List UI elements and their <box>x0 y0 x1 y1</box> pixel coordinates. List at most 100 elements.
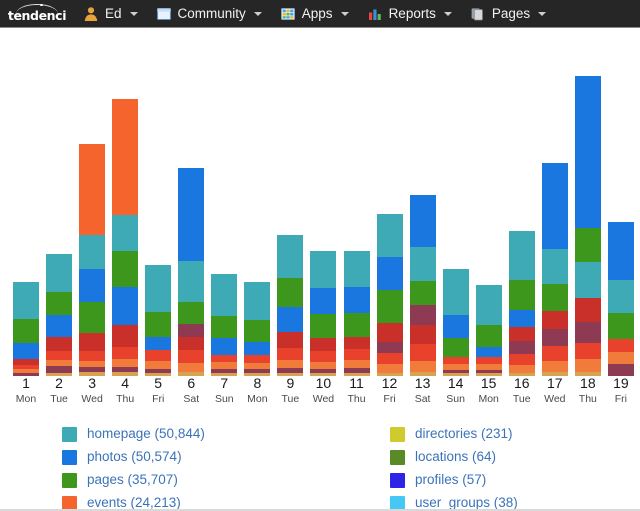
bar-segment-other_b[interactable] <box>178 337 205 351</box>
bar-segment-pages[interactable] <box>607 313 634 339</box>
bar-segment-pages[interactable] <box>277 278 304 308</box>
bar-segment-photos[interactable] <box>112 287 139 326</box>
bar-segment-pages[interactable] <box>541 284 568 311</box>
bar-segment-photos[interactable] <box>211 338 238 355</box>
bar-12[interactable] <box>376 214 403 376</box>
bar-segment-events[interactable] <box>79 144 106 235</box>
bar-segment-other_a[interactable] <box>244 355 271 363</box>
tendenci-logo[interactable]: tendenci <box>0 0 74 28</box>
bar-segment-other_a[interactable] <box>574 343 601 360</box>
bar-segment-other_c[interactable] <box>541 329 568 346</box>
bar-segment-other_e[interactable] <box>508 365 535 373</box>
bar-6[interactable] <box>178 168 205 376</box>
bar-segment-other_e[interactable] <box>343 360 370 368</box>
bar-segment-other_b[interactable] <box>46 337 73 351</box>
bar-segment-homepage[interactable] <box>13 282 39 319</box>
bar-segment-pages[interactable] <box>244 320 271 342</box>
bar-segment-other_a[interactable] <box>409 344 436 361</box>
bar-segment-other_e[interactable] <box>376 364 403 373</box>
bar-segment-photos[interactable] <box>376 257 403 291</box>
bar-segment-other_b[interactable] <box>541 311 568 329</box>
bar-segment-homepage[interactable] <box>409 247 436 282</box>
bar-segment-other_a[interactable] <box>211 355 238 362</box>
bar-segment-other_e[interactable] <box>409 361 436 372</box>
bar-segment-homepage[interactable] <box>112 215 139 252</box>
bar-segment-other_b[interactable] <box>277 332 304 348</box>
bar-segment-photos[interactable] <box>475 347 502 358</box>
bar-segment-photos[interactable] <box>46 315 73 337</box>
bar-segment-events[interactable] <box>112 99 139 216</box>
bar-segment-other_c[interactable] <box>574 322 601 344</box>
bar-segment-photos[interactable] <box>145 337 172 350</box>
bar-segment-other_c[interactable] <box>376 342 403 354</box>
legend-item-pages[interactable]: pages (35,707) <box>62 472 352 488</box>
bar-segment-homepage[interactable] <box>46 254 73 292</box>
bar-segment-other_a[interactable] <box>145 350 172 361</box>
bar-segment-photos[interactable] <box>277 307 304 332</box>
bar-segment-homepage[interactable] <box>178 261 205 303</box>
bar-segment-other_b[interactable] <box>376 323 403 343</box>
bar-segment-other_c[interactable] <box>46 366 73 373</box>
bar-segment-other_e[interactable] <box>607 352 634 364</box>
bar-segment-other_e[interactable] <box>112 359 139 368</box>
bar-segment-other_a[interactable] <box>376 353 403 365</box>
bar-segment-other_c[interactable] <box>409 305 436 326</box>
bar-segment-photos[interactable] <box>244 342 271 355</box>
bar-segment-photos[interactable] <box>409 195 436 248</box>
bar-segment-photos[interactable] <box>574 76 601 229</box>
bar-8[interactable] <box>244 282 271 376</box>
bar-segment-pages[interactable] <box>442 338 469 357</box>
bar-segment-pages[interactable] <box>574 228 601 263</box>
bar-segment-other_a[interactable] <box>178 350 205 364</box>
bar-segment-other_e[interactable] <box>145 361 172 369</box>
bar-segment-homepage[interactable] <box>376 214 403 258</box>
bar-3[interactable] <box>79 144 106 376</box>
legend-item-locations[interactable]: locations (64) <box>390 449 518 465</box>
bar-segment-other_e[interactable] <box>310 362 337 369</box>
bar-segment-other_a[interactable] <box>277 348 304 360</box>
bar-segment-photos[interactable] <box>508 310 535 327</box>
bar-segment-pages[interactable] <box>145 312 172 337</box>
bar-9[interactable] <box>277 235 304 376</box>
legend-item-photos[interactable]: photos (50,574) <box>62 449 352 465</box>
bar-16[interactable] <box>508 231 535 376</box>
bar-segment-pages[interactable] <box>112 251 139 288</box>
bar-segment-other_a[interactable] <box>442 357 469 364</box>
bar-segment-other_a[interactable] <box>112 347 139 360</box>
bar-segment-homepage[interactable] <box>475 285 502 326</box>
bar-segment-other_a[interactable] <box>79 351 106 361</box>
bar-2[interactable] <box>46 254 73 376</box>
bar-segment-photos[interactable] <box>13 343 39 359</box>
bar-segment-other_b[interactable] <box>409 325 436 344</box>
bar-segment-other_e[interactable] <box>211 362 238 369</box>
bar-7[interactable] <box>211 274 238 376</box>
bar-segment-pages[interactable] <box>178 302 205 325</box>
bar-segment-other_b[interactable] <box>574 298 601 323</box>
bar-19[interactable] <box>607 222 634 376</box>
bar-segment-other_b[interactable] <box>508 327 535 341</box>
bar-segment-other_c[interactable] <box>508 341 535 354</box>
bar-5[interactable] <box>145 265 172 376</box>
nav-item-apps[interactable]: Apps <box>271 0 358 28</box>
bar-14[interactable] <box>442 269 469 376</box>
bar-segment-photos[interactable] <box>541 163 568 249</box>
bar-18[interactable] <box>574 76 601 376</box>
bar-segment-pages[interactable] <box>46 292 73 315</box>
bar-segment-homepage[interactable] <box>343 251 370 287</box>
bar-17[interactable] <box>541 163 568 376</box>
bar-segment-other_a[interactable] <box>310 351 337 362</box>
bar-segment-other_a[interactable] <box>607 339 634 352</box>
bar-segment-homepage[interactable] <box>145 265 172 312</box>
bar-segment-other_a[interactable] <box>475 357 502 365</box>
bar-4[interactable] <box>112 99 139 376</box>
bar-segment-photos[interactable] <box>178 168 205 262</box>
bar-segment-homepage[interactable] <box>541 249 568 284</box>
bar-segment-pages[interactable] <box>343 313 370 337</box>
bar-segment-homepage[interactable] <box>79 235 106 269</box>
bar-segment-other_b[interactable] <box>343 337 370 349</box>
nav-item-reports[interactable]: Reports <box>358 0 461 28</box>
legend-item-homepage[interactable]: homepage (50,844) <box>62 426 352 442</box>
bar-segment-pages[interactable] <box>79 302 106 333</box>
bar-segment-pages[interactable] <box>409 281 436 306</box>
bar-15[interactable] <box>475 285 502 376</box>
